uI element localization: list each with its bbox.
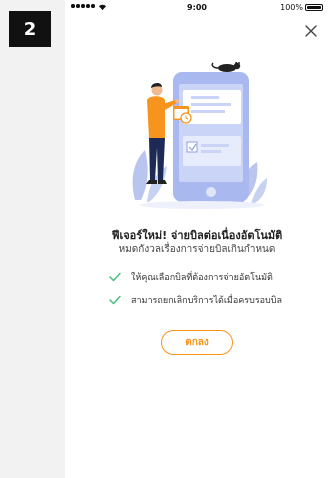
list-item: ให้คุณเลือกบิลที่ต้องการจ่ายอัตโนมัติ [109,270,319,284]
close-icon [305,25,317,37]
close-button[interactable] [300,20,322,42]
battery-percent: 100% [280,3,303,12]
phone-screen: 9:00 100% ฟีเจอร์ใหม่! จ่ายบิลต่อเนื่องอ… [65,0,329,478]
list-item: สามารถยกเลิกบริการได้เมื่อครบรอบบิล [109,293,319,307]
left-margin: 2 [0,0,65,478]
benefit-list: ให้คุณเลือกบิลที่ต้องการจ่ายอัตโนมัติ สา… [109,270,319,316]
check-icon [109,295,121,305]
ok-button[interactable]: ตกลง [161,330,233,355]
benefit-text: ให้คุณเลือกบิลที่ต้องการจ่ายอัตโนมัติ [131,273,273,283]
step-badge: 2 [9,11,51,47]
status-bar: 9:00 100% [65,0,329,18]
benefit-text: สามารถยกเลิกบริการได้เมื่อครบรอบบิล [131,296,282,306]
battery-icon [305,4,323,11]
check-icon [109,272,121,282]
feature-subtitle: หมดกังวลเรื่องการจ่ายบิลเกินกำหนด [118,244,276,255]
autopay-illustration [132,62,267,209]
